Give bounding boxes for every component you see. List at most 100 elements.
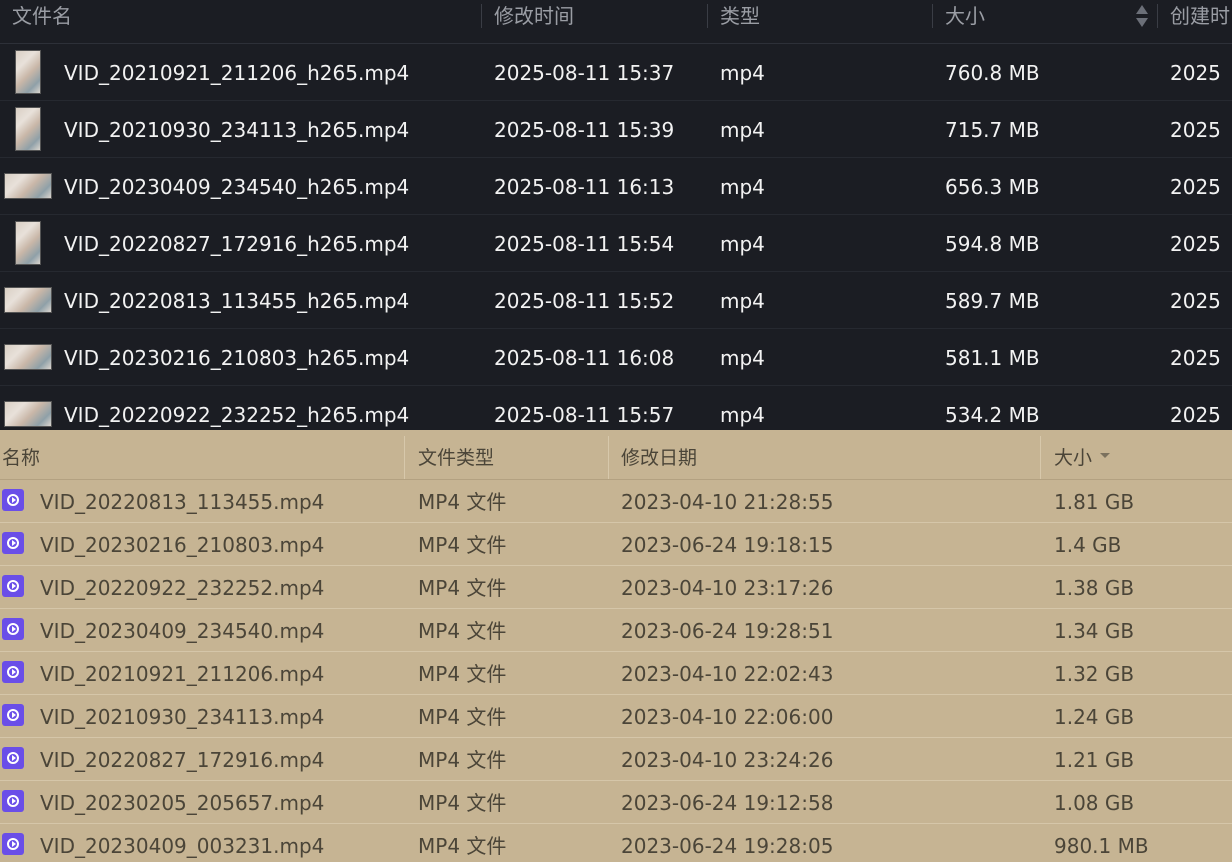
modified-date: 2023-04-10 22:02:43	[621, 652, 833, 694]
file-size: 1.08 GB	[1054, 781, 1134, 823]
table-row[interactable]: VID_20230216_210803_h265.mp42025-08-11 1…	[0, 329, 1232, 386]
table-row[interactable]: VID_20230216_210803.mp4 MP4 文件 2023-06-24 …	[0, 523, 1232, 566]
file-name: VID_20230216_210803.mp4	[40, 523, 324, 565]
modified-date: 2023-06-24 19:28:05	[621, 824, 833, 862]
column-header-modified[interactable]: 修改时间	[494, 0, 574, 32]
file-name: VID_20220922_232252.mp4	[40, 566, 324, 608]
file-type: mp4	[720, 158, 765, 214]
file-type: mp4	[720, 386, 765, 430]
column-header-size[interactable]: 大小	[945, 0, 985, 32]
top-list-rows: VID_20210921_211206_h265.mp4 2025-08-11 1…	[0, 44, 1232, 430]
column-header-size[interactable]: 大小	[1054, 430, 1110, 479]
file-type: MP4 文件	[418, 609, 506, 651]
modified-date: 2023-06-24 19:18:15	[621, 523, 833, 565]
file-type: mp4	[720, 44, 765, 100]
created-time: 2025	[1170, 44, 1221, 100]
video-thumbnail	[4, 335, 52, 379]
sort-arrows-icon[interactable]	[1136, 4, 1148, 28]
file-type: MP4 文件	[418, 781, 506, 823]
modified-date: 2023-04-10 23:24:26	[621, 738, 833, 780]
video-thumbnail	[4, 221, 52, 265]
file-type: MP4 文件	[418, 695, 506, 737]
file-name: VID_20230216_210803_h265.mp4	[64, 329, 409, 385]
table-row[interactable]: VID_20230409_003231.mp4MP4 文件2023-06-24 …	[0, 824, 1232, 862]
file-size: 760.8 MB	[945, 44, 1040, 100]
modified-date: 2023-04-10 21:28:55	[621, 480, 833, 522]
table-row[interactable]: VID_20220922_232252_h265.mp4 2025-08-11 1…	[0, 386, 1232, 430]
top-list-header: 文件名 修改时间 类型 大小 创建时	[0, 0, 1232, 44]
table-row[interactable]: VID_20210921_211206_h265.mp42025-08-11 1…	[0, 44, 1232, 101]
created-time: 2025	[1170, 101, 1221, 157]
file-type: MP4 文件	[418, 566, 506, 608]
video-file-icon	[2, 532, 24, 554]
column-divider[interactable]	[1040, 436, 1041, 479]
file-name: VID_20220813_113455.mp4	[40, 480, 324, 522]
column-header-modified-date[interactable]: 修改日期	[621, 430, 697, 479]
created-time: 2025	[1170, 158, 1221, 214]
file-type: MP4 文件	[418, 480, 506, 522]
file-size: 1.21 GB	[1054, 738, 1134, 780]
column-divider[interactable]	[608, 436, 609, 479]
bottom-file-list: 名称 文件类型 修改日期 大小 VID_20220813_113455.mp4 M…	[0, 430, 1232, 862]
table-row[interactable]: VID_20230409_234540.mp4 MP4 文件 2023-06-24 …	[0, 609, 1232, 652]
file-name: VID_20220922_232252_h265.mp4	[64, 386, 409, 430]
table-row[interactable]: VID_20210930_234113.mp4MP4 文件2023-04-10 …	[0, 695, 1232, 738]
table-row[interactable]: VID_20210930_234113_h265.mp4 2025-08-11 1…	[0, 101, 1232, 158]
video-file-icon	[2, 575, 24, 597]
file-name: VID_20210930_234113.mp4	[40, 695, 324, 737]
file-name: VID_20210930_234113_h265.mp4	[64, 101, 409, 157]
table-row[interactable]: VID_20220827_172916.mp4MP4 文件2023-04-10 …	[0, 738, 1232, 781]
column-divider[interactable]	[404, 436, 405, 479]
file-size: 1.81 GB	[1054, 480, 1134, 522]
video-file-icon	[2, 747, 24, 769]
column-divider[interactable]	[932, 4, 933, 28]
video-file-icon	[2, 661, 24, 683]
column-divider[interactable]	[1157, 4, 1158, 28]
file-type: MP4 文件	[418, 652, 506, 694]
table-row[interactable]: VID_20230205_205657.mp4MP4 文件2023-06-24 …	[0, 781, 1232, 824]
file-size: 656.3 MB	[945, 158, 1040, 214]
column-header-name[interactable]: 名称	[2, 430, 40, 479]
video-file-icon	[2, 833, 24, 855]
file-name: VID_20230409_234540.mp4	[40, 609, 324, 651]
column-header-size-label: 大小	[1054, 447, 1092, 469]
column-header-type[interactable]: 类型	[720, 0, 760, 32]
file-name: VID_20220813_113455_h265.mp4	[64, 272, 409, 328]
created-time: 2025	[1170, 215, 1221, 271]
table-row[interactable]: VID_20210921_211206.mp4MP4 文件2023-04-10 …	[0, 652, 1232, 695]
video-thumbnail	[4, 50, 52, 94]
table-row[interactable]: VID_20220813_113455_h265.mp42025-08-11 1…	[0, 272, 1232, 329]
column-header-file-type[interactable]: 文件类型	[418, 430, 494, 479]
file-name: VID_20210921_211206_h265.mp4	[64, 44, 409, 100]
file-size: 594.8 MB	[945, 215, 1040, 271]
bottom-list-rows: VID_20220813_113455.mp4 MP4 文件 2023-04-10 …	[0, 480, 1232, 862]
column-header-filename[interactable]: 文件名	[12, 0, 72, 32]
column-divider[interactable]	[707, 4, 708, 28]
file-type: MP4 文件	[418, 523, 506, 565]
table-row[interactable]: VID_20220827_172916_h265.mp42025-08-11 1…	[0, 215, 1232, 272]
column-header-created[interactable]: 创建时	[1170, 0, 1230, 32]
created-time: 2025	[1170, 329, 1221, 385]
file-name: VID_20220827_172916.mp4	[40, 738, 324, 780]
modified-time: 2025-08-11 15:39	[494, 101, 674, 157]
table-row[interactable]: VID_20220922_232252.mp4MP4 文件2023-04-10 …	[0, 566, 1232, 609]
video-thumbnail	[4, 107, 52, 151]
created-time: 2025	[1170, 386, 1221, 430]
top-file-list: 文件名 修改时间 类型 大小 创建时 VID_20210921_211206_h…	[0, 0, 1232, 430]
file-size: 581.1 MB	[945, 329, 1040, 385]
file-size: 1.34 GB	[1054, 609, 1134, 651]
file-type: mp4	[720, 101, 765, 157]
table-row[interactable]: VID_20220813_113455.mp4 MP4 文件 2023-04-10 …	[0, 480, 1232, 523]
file-name: VID_20230409_234540_h265.mp4	[64, 158, 409, 214]
file-type: mp4	[720, 329, 765, 385]
video-file-icon	[2, 489, 24, 511]
modified-time: 2025-08-11 15:54	[494, 215, 674, 271]
column-divider[interactable]	[481, 4, 482, 28]
bottom-list-header: 名称 文件类型 修改日期 大小	[0, 430, 1232, 480]
file-size: 1.38 GB	[1054, 566, 1134, 608]
modified-time: 2025-08-11 15:57	[494, 386, 674, 430]
video-thumbnail	[4, 392, 52, 430]
table-row[interactable]: VID_20230409_234540_h265.mp42025-08-11 1…	[0, 158, 1232, 215]
file-type: MP4 文件	[418, 824, 506, 862]
modified-date: 2023-06-24 19:28:51	[621, 609, 833, 651]
